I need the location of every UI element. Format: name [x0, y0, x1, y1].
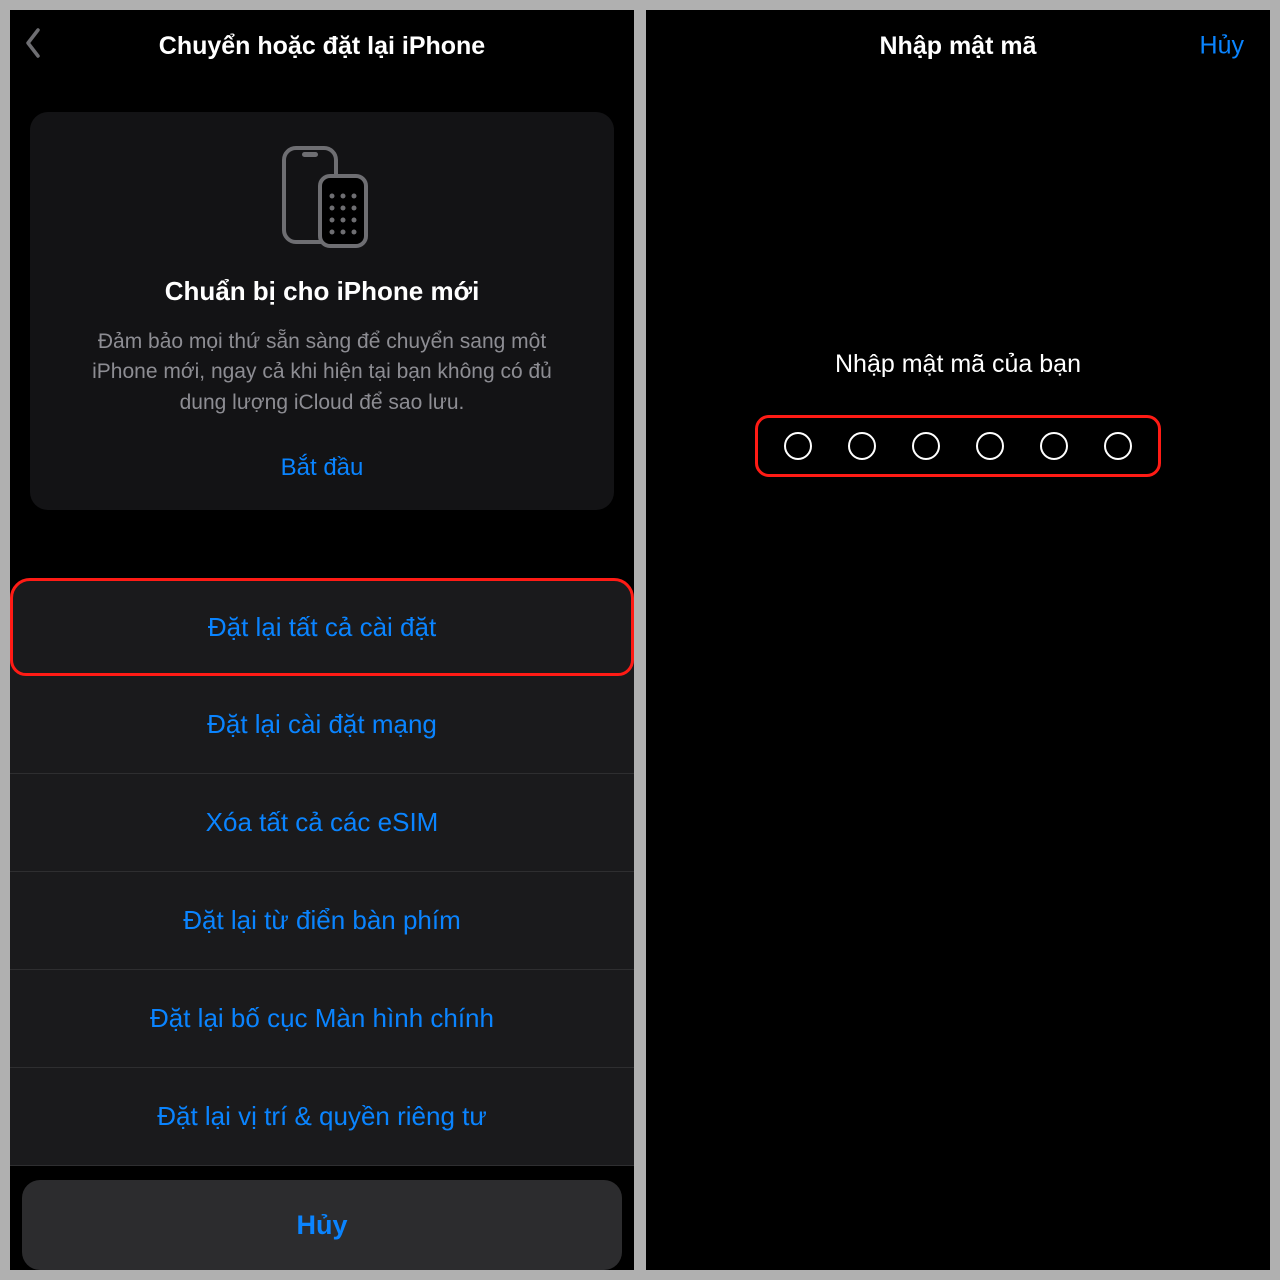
option-reset-network[interactable]: Đặt lại cài đặt mạng [10, 676, 634, 774]
sheet-cancel-section: Hủy [10, 1166, 634, 1270]
passcode-dot [1040, 432, 1068, 460]
cancel-button[interactable]: Hủy [22, 1180, 622, 1270]
nav-bar: Nhập mật mã Hủy [646, 10, 1270, 82]
passcode-field[interactable] [755, 415, 1161, 477]
option-reset-location-privacy[interactable]: Đặt lại vị trí & quyền riêng tư [10, 1068, 634, 1166]
devices-icon [50, 142, 594, 252]
passcode-dot [784, 432, 812, 460]
reset-action-sheet: Đặt lại tất cả cài đặt Đặt lại cài đặt m… [10, 578, 634, 1270]
card-description: Đảm bảo mọi thứ sẵn sàng để chuyển sang … [67, 327, 577, 418]
start-button[interactable]: Bắt đầu [50, 454, 594, 482]
option-delete-esim[interactable]: Xóa tất cả các eSIM [10, 774, 634, 872]
page-title: Chuyển hoặc đặt lại iPhone [159, 32, 485, 61]
passcode-section: Nhập mật mã của bạn [646, 350, 1270, 477]
screen-enter-passcode: Nhập mật mã Hủy Nhập mật mã của bạn [646, 10, 1270, 1270]
passcode-prompt: Nhập mật mã của bạn [646, 350, 1270, 379]
prepare-card: Chuẩn bị cho iPhone mới Đảm bảo mọi thứ … [30, 112, 614, 510]
back-button[interactable] [24, 28, 42, 64]
passcode-dot [976, 432, 1004, 460]
chevron-left-icon [24, 28, 42, 58]
cancel-button[interactable]: Hủy [1200, 32, 1244, 61]
screen-transfer-reset: Chuyển hoặc đặt lại iPhone Chuẩn bị cho … [10, 10, 634, 1270]
nav-bar: Chuyển hoặc đặt lại iPhone [10, 10, 634, 82]
page-title: Nhập mật mã [880, 32, 1037, 61]
option-reset-all-settings[interactable]: Đặt lại tất cả cài đặt [10, 578, 634, 676]
card-title: Chuẩn bị cho iPhone mới [50, 276, 594, 307]
passcode-dot [848, 432, 876, 460]
passcode-dot [912, 432, 940, 460]
option-reset-home-layout[interactable]: Đặt lại bố cục Màn hình chính [10, 970, 634, 1068]
passcode-dot [1104, 432, 1132, 460]
option-reset-keyboard-dict[interactable]: Đặt lại từ điển bàn phím [10, 872, 634, 970]
